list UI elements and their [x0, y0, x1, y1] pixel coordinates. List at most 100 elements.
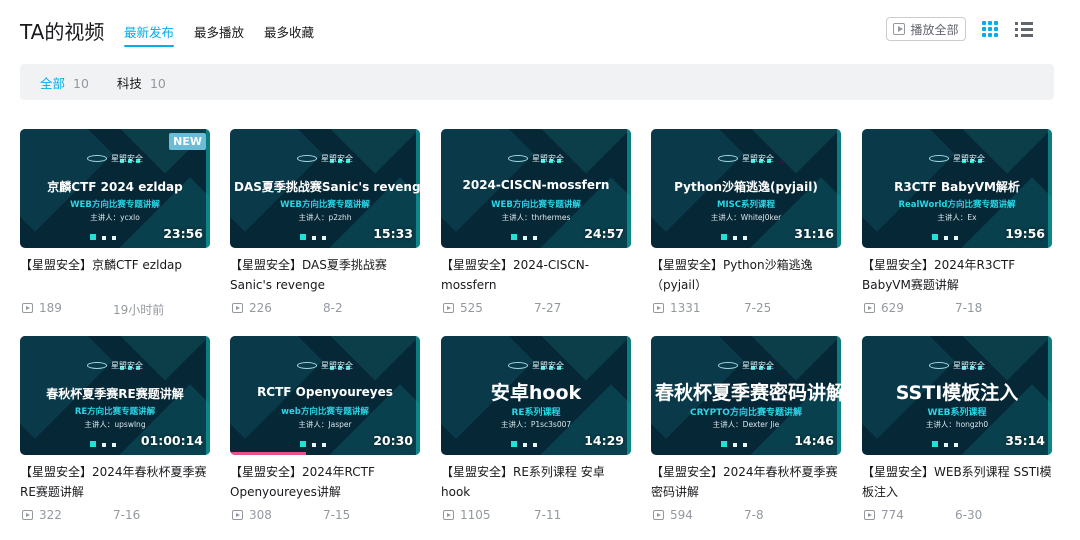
- thumb-subtitle: web方向比赛专题讲解: [281, 407, 369, 417]
- video-title[interactable]: 【星盟安全】2024年R3CTF BabyVM赛题讲解: [862, 255, 1052, 295]
- grid-view-icon[interactable]: [981, 20, 999, 38]
- video-title[interactable]: 【星盟安全】DAS夏季挑战赛Sanic's revenge: [230, 255, 420, 295]
- play-count-icon: [22, 510, 33, 520]
- duration-label: 14:29: [584, 433, 624, 448]
- video-title[interactable]: 【星盟安全】WEB系列课程 SSTI模板注入: [862, 462, 1052, 502]
- video-thumbnail[interactable]: 星盟安全 安卓hook RE系列课程 主讲人：P1sc3s007 14:29: [441, 336, 631, 455]
- video-title[interactable]: 【星盟安全】2024年春秋杯夏季赛密码讲解: [651, 462, 841, 502]
- publish-date: 7-8: [744, 508, 764, 522]
- thumb-brand: 星盟安全: [532, 361, 564, 370]
- brand-logo: 星盟安全: [441, 153, 631, 164]
- video-meta: 629 7-18: [862, 301, 1052, 317]
- decor-blocks: [721, 225, 753, 244]
- thumb-lecturer: 主讲人：Ex: [937, 213, 977, 222]
- video-thumbnail[interactable]: 星盟安全 春秋杯夏季赛密码讲解 CRYPTO方向比赛专题讲解 主讲人：Dexter J…: [651, 336, 841, 455]
- video-title[interactable]: 【星盟安全】2024-CISCN-mossfern: [441, 255, 631, 295]
- play-count-icon: [232, 303, 243, 313]
- decor-blocks: [90, 225, 122, 244]
- video-meta: 226 8-2: [230, 301, 420, 317]
- brand-logo: 星盟安全: [651, 360, 841, 371]
- list-view-icon[interactable]: [1015, 20, 1033, 38]
- brand-logo: 星盟安全: [20, 360, 210, 371]
- video-title[interactable]: 【星盟安全】2024年RCTF Openyoureyes讲解: [230, 462, 420, 502]
- thumb-title: RCTF Openyoureyes: [257, 385, 393, 399]
- thumb-title: 京麟CTF 2024 ezldap: [47, 180, 183, 194]
- play-count-icon: [653, 303, 664, 313]
- thumb-subtitle: MISC系列课程: [717, 200, 775, 210]
- duration-label: 24:57: [584, 226, 624, 241]
- play-count: 774: [881, 508, 904, 522]
- thumb-subtitle: WEB方向比赛专题讲解: [280, 200, 370, 210]
- watch-progress-bar: [230, 452, 306, 455]
- video-card[interactable]: 星盟安全 安卓hook RE系列课程 主讲人：P1sc3s007 14:29 【星盟安全】…: [441, 336, 631, 536]
- eye-logo-icon: [929, 362, 949, 369]
- publish-date: 7-15: [323, 508, 351, 522]
- video-card[interactable]: 星盟安全 SSTI模板注入 WEB系列课程 主讲人：hongzh0 35:14 【星盟安全…: [862, 336, 1052, 536]
- duration-label: 14:46: [794, 433, 834, 448]
- video-title[interactable]: 【星盟安全】2024年春秋杯夏季赛RE赛题讲解: [20, 462, 210, 502]
- video-thumbnail[interactable]: 星盟安全 春秋杯夏季赛RE赛题讲解 RE方向比赛专题讲解 主讲人：upswlng 01:…: [20, 336, 210, 455]
- play-all-label: 播放全部: [910, 22, 959, 37]
- brand-logo: 星盟安全: [230, 153, 420, 164]
- video-card[interactable]: 星盟安全 Python沙箱逃逸(pyjail) MISC系列课程 主讲人：WhiteJ…: [651, 129, 841, 329]
- play-icon: [893, 23, 906, 35]
- decor-blocks: [511, 432, 543, 451]
- thumb-title: SSTI模板注入: [895, 382, 1019, 404]
- video-thumbnail[interactable]: 星盟安全 SSTI模板注入 WEB系列课程 主讲人：hongzh0 35:14: [862, 336, 1052, 455]
- brand-logo: 星盟安全: [651, 153, 841, 164]
- duration-label: 23:56: [163, 226, 203, 241]
- video-meta: 774 6-30: [862, 508, 1052, 524]
- thumb-subtitle: RE系列课程: [511, 408, 561, 418]
- video-card[interactable]: 星盟安全 京麟CTF 2024 ezldap WEB方向比赛专题讲解 主讲人：ycxl…: [20, 129, 210, 329]
- video-title[interactable]: 【星盟安全】京麟CTF ezldap: [20, 255, 210, 295]
- video-card[interactable]: 星盟安全 RCTF Openyoureyes web方向比赛专题讲解 主讲人：Jasp…: [230, 336, 420, 536]
- video-thumbnail[interactable]: 星盟安全 RCTF Openyoureyes web方向比赛专题讲解 主讲人：Jasp…: [230, 336, 420, 455]
- thumb-subtitle: RE方向比赛专题讲解: [74, 407, 156, 417]
- thumb-title: 春秋杯夏季赛RE赛题讲解: [46, 387, 184, 401]
- video-thumbnail[interactable]: 星盟安全 Python沙箱逃逸(pyjail) MISC系列课程 主讲人：WhiteJ…: [651, 129, 841, 248]
- video-card[interactable]: 星盟安全 R3CTF BabyVM解析 RealWorld方向比赛专题讲解 主讲人：E…: [862, 129, 1052, 329]
- publish-date: 8-2: [323, 301, 343, 315]
- video-title[interactable]: 【星盟安全】RE系列课程 安卓hook: [441, 462, 631, 502]
- page-title: TA的视频: [20, 20, 105, 44]
- play-all-button[interactable]: 播放全部: [886, 17, 966, 41]
- tab-most-played[interactable]: 最多播放: [194, 22, 244, 47]
- video-thumbnail[interactable]: 星盟安全 DAS夏季挑战赛Sanic's revenge WEB方向比赛专题讲解 主讲…: [230, 129, 420, 248]
- thumb-lecturer: 主讲人：thrhermes: [501, 213, 571, 222]
- thumb-lecturer: 主讲人：Dexter Jie: [712, 420, 780, 429]
- eye-logo-icon: [297, 362, 317, 369]
- video-card[interactable]: 星盟安全 DAS夏季挑战赛Sanic's revenge WEB方向比赛专题讲解 主讲…: [230, 129, 420, 329]
- play-count: 525: [460, 301, 483, 315]
- thumb-subtitle: WEB系列课程: [927, 408, 987, 418]
- filter-all[interactable]: 全部 10: [40, 73, 89, 92]
- thumb-title: DAS夏季挑战赛Sanic's revenge: [234, 180, 420, 194]
- thumb-title: 安卓hook: [490, 382, 582, 404]
- publish-date: 7-18: [955, 301, 983, 315]
- play-count: 1105: [460, 508, 491, 522]
- eye-logo-icon: [929, 155, 949, 162]
- video-thumbnail[interactable]: 星盟安全 R3CTF BabyVM解析 RealWorld方向比赛专题讲解 主讲人：E…: [862, 129, 1052, 248]
- filter-tech[interactable]: 科技 10: [117, 73, 166, 92]
- tab-most-favorited[interactable]: 最多收藏: [264, 22, 314, 47]
- thumb-brand: 星盟安全: [321, 154, 353, 163]
- decor-blocks: [932, 225, 964, 244]
- video-card[interactable]: 星盟安全 2024-CISCN-mossfern WEB方向比赛专题讲解 主讲人：th…: [441, 129, 631, 329]
- play-count-icon: [864, 303, 875, 313]
- brand-logo: 星盟安全: [862, 153, 1052, 164]
- video-meta: 189 19小时前: [20, 301, 210, 317]
- video-thumbnail[interactable]: 星盟安全 2024-CISCN-mossfern WEB方向比赛专题讲解 主讲人：th…: [441, 129, 631, 248]
- duration-label: 19:56: [1005, 226, 1045, 241]
- thumb-lecturer: 主讲人：hongzh0: [925, 420, 989, 429]
- video-title[interactable]: 【星盟安全】Python沙箱逃逸（pyjail）: [651, 255, 841, 295]
- thumb-brand: 星盟安全: [111, 154, 143, 163]
- video-card[interactable]: 星盟安全 春秋杯夏季赛密码讲解 CRYPTO方向比赛专题讲解 主讲人：Dexter J…: [651, 336, 841, 536]
- video-thumbnail[interactable]: 星盟安全 京麟CTF 2024 ezldap WEB方向比赛专题讲解 主讲人：ycxl…: [20, 129, 210, 248]
- play-count: 629: [881, 301, 904, 315]
- tab-latest[interactable]: 最新发布: [124, 22, 175, 47]
- thumb-subtitle: WEB方向比赛专题讲解: [70, 200, 160, 210]
- filter-count: 10: [149, 75, 166, 91]
- brand-logo: 星盟安全: [230, 360, 420, 371]
- video-card[interactable]: 星盟安全 春秋杯夏季赛RE赛题讲解 RE方向比赛专题讲解 主讲人：upswlng 01:…: [20, 336, 210, 536]
- decor-blocks: [300, 432, 332, 451]
- play-count-icon: [443, 510, 454, 520]
